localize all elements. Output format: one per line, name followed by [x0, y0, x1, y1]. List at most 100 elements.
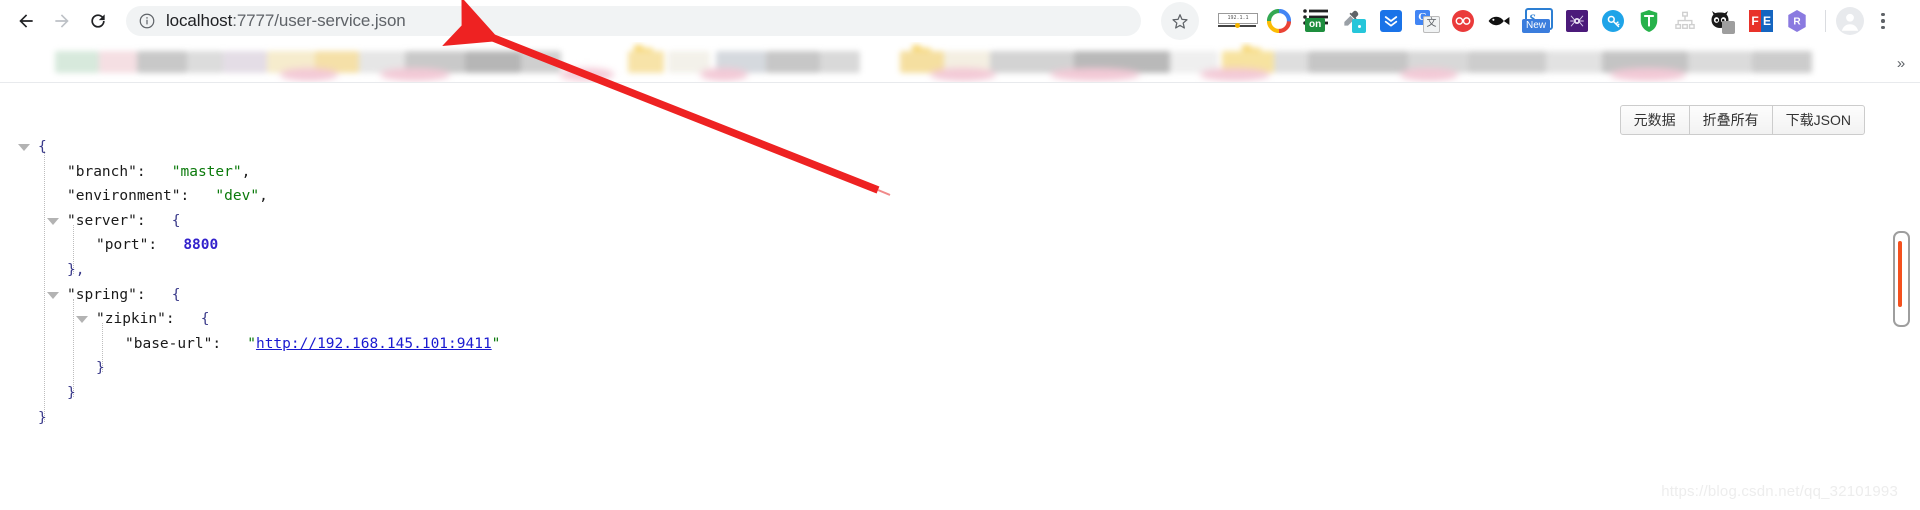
bookmark-star-button[interactable]	[1161, 2, 1199, 40]
json-url-link[interactable]: http://192.168.145.101:9411	[256, 336, 492, 352]
site-info-icon[interactable]	[138, 12, 156, 30]
json-line-text: "spring": {	[0, 283, 181, 308]
reload-button[interactable]	[80, 3, 116, 39]
page-content: 元数据 折叠所有 下载JSON {"branch": "master", "env…	[0, 83, 1920, 510]
download-json-button[interactable]: 下载JSON	[1771, 105, 1865, 135]
extension-toolbar: 192.1.1 on 文 S New F E R	[1213, 7, 1815, 35]
json-collapse-triangle[interactable]	[18, 144, 30, 151]
kebab-dot	[1881, 12, 1885, 17]
bookmarks-bar[interactable]: »	[0, 42, 1920, 83]
browser-toolbar: localhost:7777/user-service.json 192.1.1	[0, 0, 1920, 42]
chrome-browser-window: localhost:7777/user-service.json 192.1.1	[0, 0, 1920, 510]
json-line-text: "environment": "dev",	[0, 184, 268, 209]
json-string-value: "dev"	[215, 188, 260, 205]
json-brace: {	[171, 212, 181, 229]
json-line-text: },	[0, 258, 84, 283]
eyedropper-extension-icon[interactable]	[1339, 7, 1369, 35]
csdn-watermark: https://blog.csdn.net/qq_32101993	[1661, 483, 1898, 500]
spider-extension-icon[interactable]	[1563, 7, 1591, 35]
url-host: localhost	[166, 11, 233, 30]
json-line: "environment": "dev",	[0, 184, 1500, 209]
json-line: "port": 8800	[0, 233, 1500, 258]
github-cat-extension-icon[interactable]	[1707, 7, 1739, 35]
scroll-marker-thumb	[1898, 241, 1902, 307]
fe-extension-icon[interactable]: F E	[1747, 7, 1775, 35]
json-line-text: "branch": "master",	[0, 160, 250, 185]
json-brace: }	[67, 384, 76, 401]
json-brace: }	[38, 409, 47, 426]
json-line: "base-url": "http://192.168.145.101:9411…	[0, 332, 1500, 357]
json-collapse-triangle[interactable]	[47, 291, 59, 299]
json-line: {	[0, 135, 1500, 160]
json-collapse-triangle[interactable]	[47, 217, 59, 225]
json-key: "environment"	[67, 188, 181, 205]
downloader-extension-icon[interactable]	[1377, 7, 1405, 35]
bookmarks-redacted-strip	[0, 42, 1880, 82]
json-brace: {	[200, 311, 210, 328]
json-number-value: 8800	[183, 237, 219, 254]
json-line-text: }	[0, 381, 76, 406]
bookmarks-overflow-button[interactable]: »	[1890, 53, 1912, 73]
page-scroll-marker[interactable]	[1893, 231, 1910, 327]
r-hex-extension-icon[interactable]: R	[1783, 7, 1811, 35]
json-separator: :	[136, 212, 172, 229]
json-line-text: }	[0, 356, 105, 381]
infinity-extension-icon[interactable]	[1449, 7, 1477, 35]
new-badge-label: New	[1522, 19, 1551, 33]
chrome-menu-button[interactable]	[1868, 6, 1898, 36]
kebab-dot	[1881, 19, 1885, 23]
kebab-dot	[1881, 25, 1885, 30]
json-key: "zipkin"	[96, 311, 166, 328]
collapse-all-button[interactable]: 折叠所有	[1688, 105, 1773, 135]
back-button[interactable]	[8, 3, 44, 39]
json-line: "spring": {	[0, 283, 1500, 308]
forward-button[interactable]	[44, 3, 80, 39]
address-bar-url[interactable]: localhost:7777/user-service.json	[166, 11, 406, 31]
json-brace: {	[38, 139, 47, 155]
metadata-button[interactable]: 元数据	[1619, 105, 1690, 135]
json-line: "zipkin": {	[0, 307, 1500, 332]
json-comma: ,	[241, 163, 251, 180]
json-line-text: "port": 8800	[0, 233, 218, 258]
json-line: }	[0, 356, 1500, 381]
json-line: },	[0, 258, 1500, 283]
toolbar-divider	[1825, 10, 1826, 32]
list-on-extension-icon[interactable]: on	[1301, 7, 1331, 35]
color-wheel-extension-icon[interactable]	[1265, 7, 1293, 35]
json-string-value: "master"	[171, 163, 242, 180]
json-line-text: "base-url": "http://192.168.145.101:9411…	[0, 332, 500, 357]
json-key: "base-url"	[125, 335, 213, 352]
list-on-badge: on	[1305, 18, 1326, 32]
json-brace: {	[171, 286, 181, 303]
json-key: "spring"	[67, 286, 137, 303]
json-brace: }	[96, 360, 105, 377]
svg-text:R: R	[1793, 17, 1801, 28]
json-line: }	[0, 381, 1500, 406]
google-translate-extension-icon[interactable]: G 文	[1413, 7, 1441, 35]
json-key: "port"	[96, 237, 149, 254]
json-line: "server": {	[0, 209, 1500, 234]
json-line-text: "server": {	[0, 209, 181, 234]
sitemap-extension-icon[interactable]	[1671, 7, 1699, 35]
key-extension-icon[interactable]	[1599, 7, 1627, 35]
json-key: "branch"	[67, 163, 137, 180]
address-bar[interactable]: localhost:7777/user-service.json	[126, 6, 1141, 36]
json-key: "server"	[67, 212, 137, 229]
new-badge-extension-icon[interactable]: S New	[1521, 7, 1555, 35]
json-comma: ,	[259, 188, 268, 205]
json-separator: :	[136, 286, 172, 303]
json-link-value[interactable]: "http://192.168.145.101:9411"	[247, 336, 500, 352]
json-line-text: }	[0, 406, 47, 431]
json-separator: :	[212, 335, 248, 352]
fish-extension-icon[interactable]	[1485, 7, 1513, 35]
json-collapse-triangle[interactable]	[76, 316, 88, 324]
json-separator: :	[136, 163, 172, 180]
profile-avatar[interactable]	[1836, 7, 1864, 35]
ip-address-extension-icon[interactable]: 192.1.1	[1217, 7, 1258, 35]
navigation-buttons	[0, 3, 116, 39]
shield-extension-icon[interactable]	[1635, 7, 1663, 35]
json-separator: :	[148, 237, 184, 254]
json-viewer[interactable]: {"branch": "master", "environment": "dev"…	[0, 135, 1500, 430]
json-line: "branch": "master",	[0, 160, 1500, 185]
jsonview-toolbar: 元数据 折叠所有 下载JSON	[1619, 105, 1865, 135]
